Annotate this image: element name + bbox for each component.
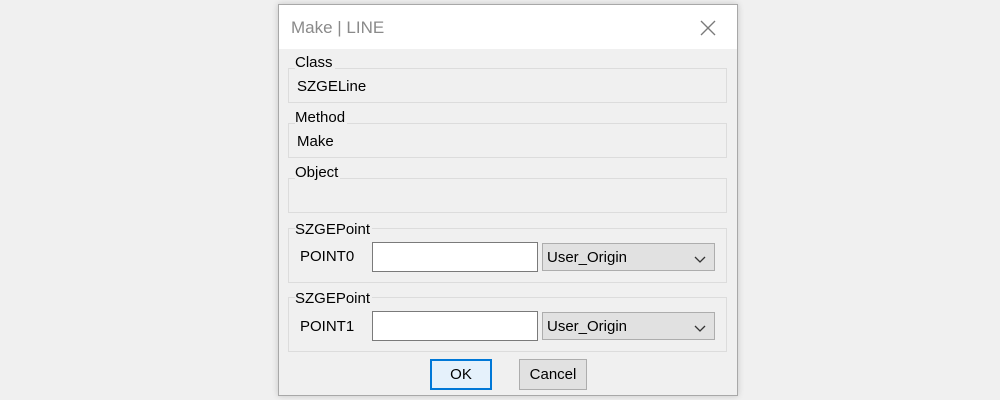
- object-label: Object: [295, 164, 341, 181]
- close-icon[interactable]: [697, 17, 719, 39]
- point0-input[interactable]: [372, 242, 538, 272]
- ok-button[interactable]: OK: [430, 359, 492, 390]
- point0-group-label: SZGEPoint: [295, 221, 373, 238]
- point1-select[interactable]: User_Origin: [542, 312, 715, 340]
- class-value: SZGELine: [297, 78, 367, 95]
- point0-label: POINT0: [300, 248, 355, 265]
- point0-select-value: User_Origin: [547, 249, 628, 266]
- cancel-button[interactable]: Cancel: [519, 359, 587, 390]
- make-line-dialog: Make | LINE Class SZGELine Method Make O…: [278, 4, 738, 396]
- title-bar: Make | LINE: [279, 5, 737, 49]
- point1-group-label: SZGEPoint: [295, 290, 373, 307]
- method-value: Make: [297, 133, 334, 150]
- point1-input[interactable]: [372, 311, 538, 341]
- point0-select[interactable]: User_Origin: [542, 243, 715, 271]
- method-label: Method: [295, 109, 348, 126]
- point1-select-value: User_Origin: [547, 318, 628, 335]
- point1-label: POINT1: [300, 318, 355, 335]
- object-group: [288, 178, 727, 213]
- class-label: Class: [295, 54, 335, 71]
- method-group: [288, 123, 727, 158]
- chevron-down-icon: [694, 321, 706, 332]
- chevron-down-icon: [694, 252, 706, 263]
- dialog-title: Make | LINE: [291, 18, 385, 37]
